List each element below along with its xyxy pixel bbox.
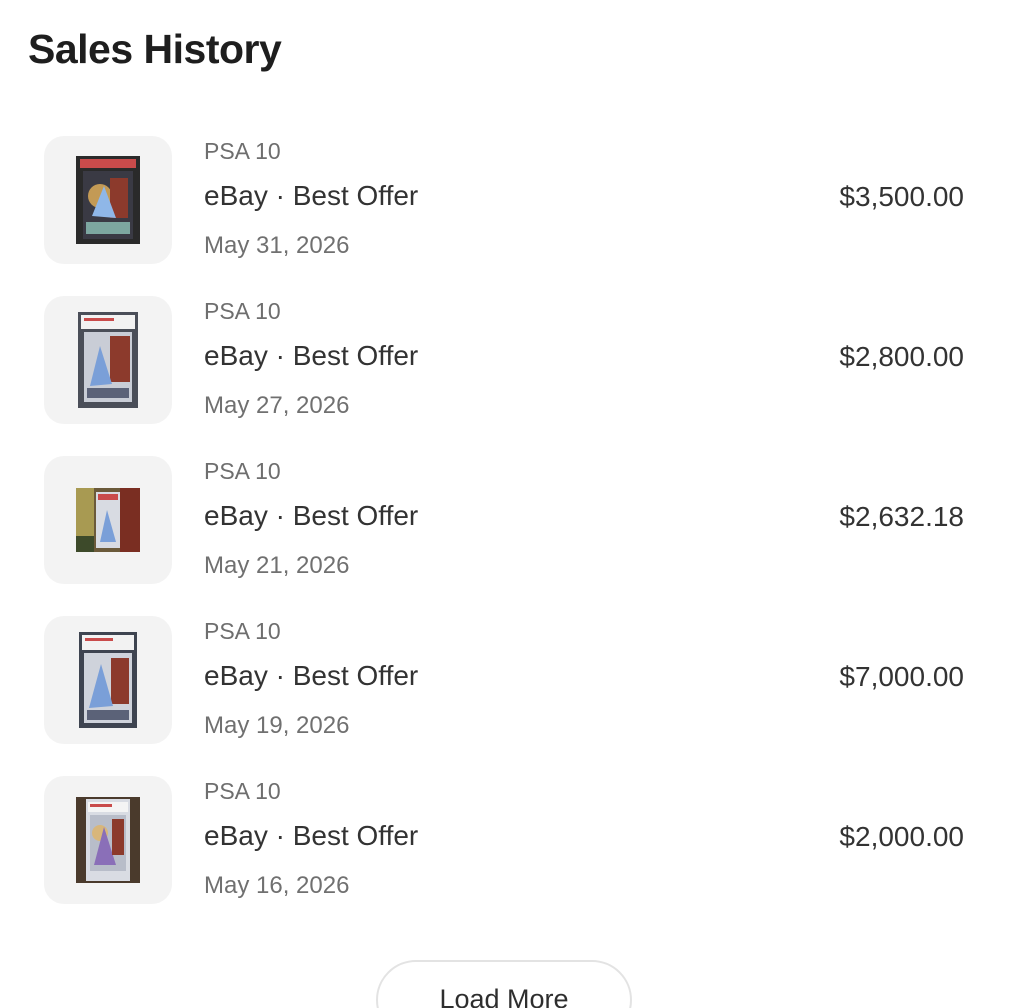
- sale-price: $7,000.00: [839, 661, 964, 692]
- sale-source: eBay · Best Offer: [204, 500, 419, 531]
- sale-thumbnail[interactable]: [44, 776, 172, 904]
- sale-row[interactable]: PSA 10 eBay · Best Offer May 21, 2026 $2…: [0, 456, 1026, 616]
- page-title: Sales History: [28, 26, 282, 72]
- sales-history-page: Sales History PSA 10 eBay · Best Offer M…: [0, 0, 1026, 1008]
- sale-price: $2,632.18: [839, 501, 964, 532]
- sale-date: May 16, 2026: [204, 872, 350, 899]
- sale-thumbnail[interactable]: [44, 456, 172, 584]
- sale-thumbnail[interactable]: [44, 296, 172, 424]
- sale-grade: PSA 10: [204, 618, 281, 644]
- sale-date: May 19, 2026: [204, 712, 350, 739]
- sale-source: eBay · Best Offer: [204, 340, 419, 371]
- sale-date: May 27, 2026: [204, 392, 350, 419]
- graded-card-image: [76, 156, 140, 244]
- graded-card-image: [79, 632, 137, 728]
- sale-price: $2,800.00: [839, 341, 964, 372]
- sale-thumbnail[interactable]: [44, 136, 172, 264]
- sale-price: $2,000.00: [839, 821, 964, 852]
- graded-card-image: [78, 312, 138, 408]
- sale-grade: PSA 10: [204, 298, 281, 324]
- sale-source: eBay · Best Offer: [204, 180, 419, 211]
- sale-row[interactable]: PSA 10 eBay · Best Offer May 19, 2026 $7…: [0, 616, 1026, 776]
- graded-card-image: [76, 797, 140, 883]
- sale-row[interactable]: PSA 10 eBay · Best Offer May 16, 2026 $2…: [0, 776, 1026, 936]
- sales-list: PSA 10 eBay · Best Offer May 31, 2026 $3…: [0, 136, 1026, 936]
- sale-source: eBay · Best Offer: [204, 820, 419, 851]
- sale-grade: PSA 10: [204, 458, 281, 484]
- load-more-button[interactable]: Load More: [376, 960, 632, 1008]
- sale-price: $3,500.00: [839, 181, 964, 212]
- sale-date: May 21, 2026: [204, 552, 350, 579]
- sale-grade: PSA 10: [204, 778, 281, 804]
- sale-source: eBay · Best Offer: [204, 660, 419, 691]
- sale-row[interactable]: PSA 10 eBay · Best Offer May 31, 2026 $3…: [0, 136, 1026, 296]
- sale-grade: PSA 10: [204, 138, 281, 164]
- sale-thumbnail[interactable]: [44, 616, 172, 744]
- graded-card-image: [76, 488, 140, 552]
- sale-row[interactable]: PSA 10 eBay · Best Offer May 27, 2026 $2…: [0, 296, 1026, 456]
- sale-date: May 31, 2026: [204, 232, 350, 259]
